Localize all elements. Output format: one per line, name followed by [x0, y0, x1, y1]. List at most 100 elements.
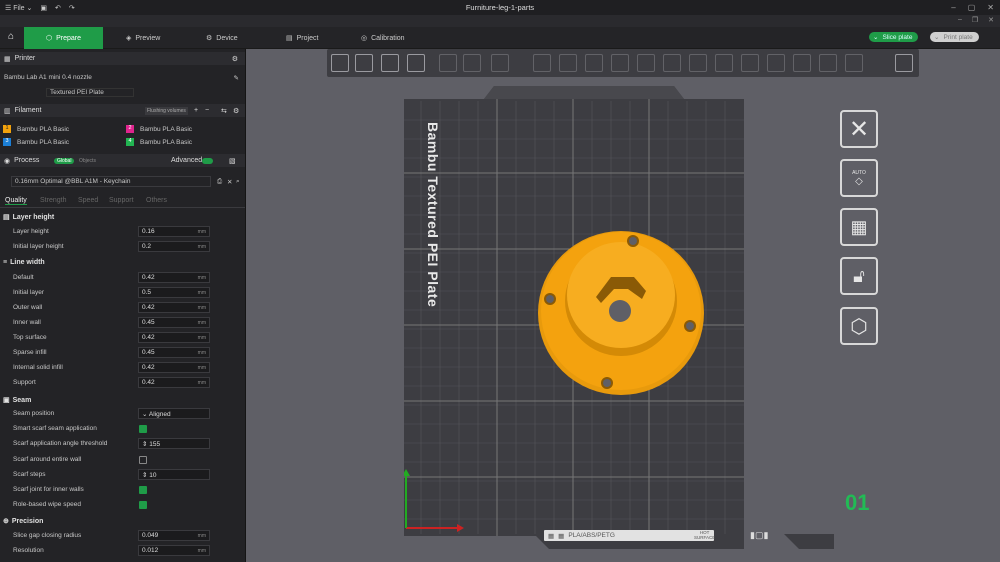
- mesh-boolean-icon[interactable]: [663, 54, 681, 72]
- setting-row: Seam position ⌄ Aligned: [0, 407, 245, 421]
- slice-plate-button[interactable]: ⌄ Slice plate: [869, 32, 919, 42]
- subtab-others[interactable]: Others: [146, 197, 167, 204]
- line-width-input[interactable]: 0.42 mm: [138, 362, 210, 373]
- initial-layer-height-input[interactable]: 0.2 mm: [138, 241, 210, 252]
- objects-toggle[interactable]: Objects: [79, 158, 96, 164]
- lock-plate-button[interactable]: 🔓︎: [840, 257, 878, 295]
- copy-icon[interactable]: [439, 54, 457, 72]
- setting-row: Initial layer 0.5 mm: [0, 286, 245, 300]
- plate-settings-button[interactable]: ⬡: [840, 307, 878, 345]
- tab-project[interactable]: ▤ Project: [286, 27, 318, 49]
- arrange-plate-button[interactable]: ▦: [840, 208, 878, 246]
- tab-prepare[interactable]: ⬡ Prepare: [24, 27, 103, 49]
- arrange-icon: ▦: [850, 216, 868, 237]
- assembly-icon[interactable]: [845, 54, 863, 72]
- cut-icon[interactable]: [637, 54, 655, 72]
- smart-scarf-checkbox[interactable]: [139, 425, 147, 433]
- plate-select[interactable]: Textured PEI Plate: [0, 85, 245, 99]
- subtab-strength[interactable]: Strength: [40, 197, 66, 204]
- tab-preview[interactable]: ◈ Preview: [126, 27, 160, 49]
- line-width-input[interactable]: 0.42 mm: [138, 377, 210, 388]
- seam-position-select[interactable]: ⌄ Aligned: [138, 408, 210, 419]
- redo-icon[interactable]: ↷: [69, 4, 75, 12]
- tab-calibration[interactable]: ◎ Calibration: [361, 27, 405, 49]
- rotate-icon[interactable]: [559, 54, 577, 72]
- layer-height-input[interactable]: 0.16 mm: [138, 226, 210, 237]
- svg-icon[interactable]: [793, 54, 811, 72]
- orient-icon: ◇: [855, 175, 863, 187]
- global-toggle[interactable]: Global: [54, 157, 75, 164]
- delete-plate-button[interactable]: ✕: [840, 110, 878, 148]
- add-filament-icon[interactable]: +: [194, 107, 198, 114]
- arrange-icon[interactable]: [407, 54, 425, 72]
- setting-row: Slice gap closing radius 0.049 mm: [0, 529, 245, 543]
- subtab-speed[interactable]: Speed: [78, 197, 98, 204]
- tab-device[interactable]: ⚙ Device: [206, 27, 238, 49]
- edit-printer-icon[interactable]: ✎: [234, 74, 239, 82]
- precision-icon: ⊕: [3, 518, 9, 525]
- print-plate-button[interactable]: ⌄ Print plate: [930, 32, 979, 42]
- save-preset-icon[interactable]: ⎙: [217, 178, 222, 186]
- auto-orient-icon[interactable]: [381, 54, 399, 72]
- filament-slot-2[interactable]: 2 Bambu PLA Basic: [123, 123, 243, 137]
- scale-icon[interactable]: [585, 54, 603, 72]
- support-paint-icon[interactable]: [689, 54, 707, 72]
- paste-icon[interactable]: [463, 54, 481, 72]
- undo-icon[interactable]: ↶: [55, 4, 61, 12]
- close-window-icon[interactable]: ✕: [987, 3, 994, 12]
- save-icon[interactable]: ▣: [40, 4, 47, 12]
- slot-number: 2: [126, 125, 134, 133]
- resolution-input[interactable]: 0.012 mm: [138, 545, 210, 556]
- auto-orient-plate-button[interactable]: AUTO ◇: [840, 159, 878, 197]
- printer-settings-icon[interactable]: ⚙: [232, 55, 238, 63]
- lock-icon: 🔓︎: [853, 265, 865, 286]
- line-width-input[interactable]: 0.5 mm: [138, 287, 210, 298]
- line-width-input[interactable]: 0.42 mm: [138, 272, 210, 283]
- preview-icon: ◈: [126, 35, 132, 42]
- move-icon[interactable]: [533, 54, 551, 72]
- flushing-volumes-button[interactable]: Flushing volumes: [145, 106, 188, 115]
- add-object-icon[interactable]: [331, 54, 349, 72]
- printer-select[interactable]: Bambu Lab A1 mini 0.4 nozzle ✎: [0, 71, 245, 85]
- search-icon[interactable]: ⌕: [236, 178, 240, 186]
- filament-settings-icon[interactable]: ⚙: [233, 107, 239, 115]
- scarf-inner-walls-checkbox[interactable]: [139, 486, 147, 494]
- scarf-threshold-input[interactable]: ⇕ 155: [138, 438, 210, 449]
- process-preset-select[interactable]: 0.16mm Optimal @BBL A1M - Keychain ⎙ ✕ ⌕: [0, 175, 245, 189]
- lay-on-face-icon[interactable]: [611, 54, 629, 72]
- slice-gap-input[interactable]: 0.049 mm: [138, 530, 210, 541]
- add-plate-icon[interactable]: [355, 54, 373, 72]
- scarf-entire-wall-checkbox[interactable]: [139, 456, 147, 464]
- maximize-icon[interactable]: ▢: [968, 3, 976, 12]
- line-width-input[interactable]: 0.42 mm: [138, 332, 210, 343]
- advanced-switch[interactable]: [202, 158, 213, 164]
- line-width-input[interactable]: 0.42 mm: [138, 302, 210, 313]
- furniture-leg-model[interactable]: [536, 229, 706, 397]
- role-wipe-checkbox[interactable]: [139, 501, 147, 509]
- setting-row: Initial layer height 0.2 mm: [0, 240, 245, 254]
- compare-icon[interactable]: ▧: [229, 157, 236, 165]
- scarf-steps-input[interactable]: ⇕ 10: [138, 469, 210, 480]
- measure-icon[interactable]: [819, 54, 837, 72]
- file-menu[interactable]: ☰ File ⌄: [5, 4, 32, 12]
- minimize-icon[interactable]: –: [958, 16, 962, 24]
- minimize-icon[interactable]: –: [951, 3, 955, 12]
- delete-preset-icon[interactable]: ✕: [227, 178, 232, 186]
- seam-paint-icon[interactable]: [715, 54, 733, 72]
- restore-icon[interactable]: ❐: [972, 16, 978, 24]
- subtab-support[interactable]: Support: [109, 197, 134, 204]
- remove-filament-icon[interactable]: −: [205, 107, 209, 114]
- home-icon[interactable]: ⌂: [4, 31, 18, 45]
- close-icon[interactable]: ✕: [988, 16, 994, 24]
- setting-row: Scarf application angle threshold ⇕ 155: [0, 437, 245, 451]
- line-width-input[interactable]: 0.45 mm: [138, 317, 210, 328]
- dropdown-icon: ⌄: [934, 34, 940, 41]
- sync-filament-icon[interactable]: ⇆: [221, 107, 227, 115]
- view-icon[interactable]: [895, 54, 913, 72]
- text-icon[interactable]: [767, 54, 785, 72]
- filament-slot-4[interactable]: 4 Bambu PLA Basic: [123, 136, 243, 150]
- subtab-quality[interactable]: Quality: [5, 197, 27, 205]
- color-paint-icon[interactable]: [741, 54, 759, 72]
- layers-icon[interactable]: [491, 54, 509, 72]
- line-width-input[interactable]: 0.45 mm: [138, 347, 210, 358]
